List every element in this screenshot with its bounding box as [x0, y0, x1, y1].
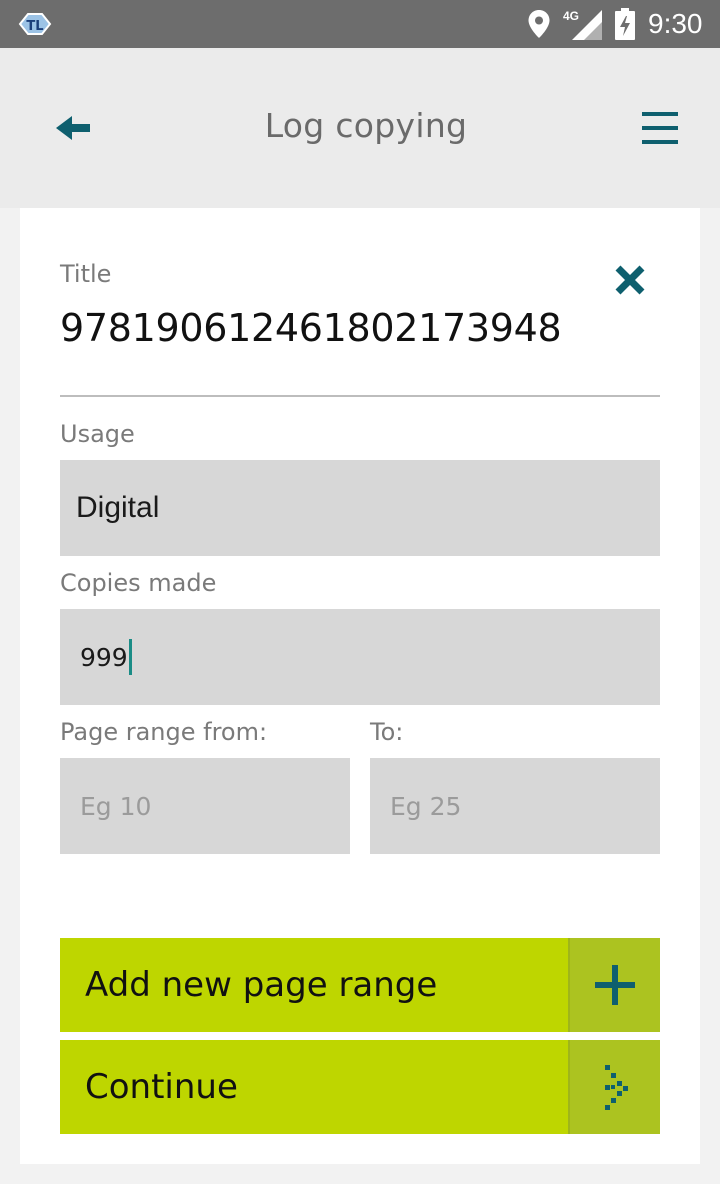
page-range-to-input[interactable]: Eg 25: [370, 758, 660, 854]
page-range-to-label: To:: [370, 718, 404, 746]
menu-button[interactable]: [640, 110, 680, 146]
usage-select[interactable]: Digital: [60, 460, 660, 556]
usage-label: Usage: [60, 420, 135, 448]
title-divider: [60, 395, 660, 397]
battery-charging-icon: [615, 8, 635, 40]
page-range-from-input[interactable]: Eg 10: [60, 758, 350, 854]
copies-made-value: 999: [80, 642, 128, 672]
page-range-to-placeholder: Eg 25: [390, 791, 462, 821]
title-value: 97819061246180217394​8: [60, 306, 562, 350]
signal-icon: 4G: [562, 8, 602, 40]
clear-title-button[interactable]: [614, 264, 646, 296]
status-time: 9:30: [648, 8, 703, 39]
copies-made-input[interactable]: 999: [60, 609, 660, 705]
text-caret: [128, 639, 132, 675]
location-icon: [528, 10, 550, 38]
title-label: Title: [60, 260, 112, 288]
page-range-from-label: Page range from:: [60, 718, 268, 746]
close-icon: [615, 265, 645, 295]
log-copying-form: Title 97819061246180217394​8 Usage Digit…: [20, 208, 700, 1164]
plus-icon: [595, 965, 635, 1005]
add-page-range-icon-area: [568, 938, 660, 1032]
dotted-arrow-icon: [605, 1065, 628, 1110]
page-range-from-placeholder: Eg 10: [80, 791, 152, 821]
page-title: Log copying: [264, 106, 468, 145]
status-bar: TL 4G 9:30: [0, 0, 720, 48]
svg-text:TL: TL: [26, 19, 43, 34]
add-page-range-label: Add new page range: [85, 965, 438, 1005]
usage-value: Digital: [76, 491, 160, 524]
app-bar: Log copying: [0, 48, 720, 208]
continue-button[interactable]: Continue: [60, 1040, 660, 1134]
add-page-range-button[interactable]: Add new page range: [60, 938, 660, 1032]
continue-icon-area: [568, 1040, 660, 1134]
copies-made-label: Copies made: [60, 569, 217, 597]
hamburger-menu-icon: [642, 112, 678, 144]
network-type-text: 4G: [563, 9, 579, 23]
continue-label: Continue: [85, 1067, 238, 1107]
app-logo-icon: TL: [18, 13, 52, 35]
